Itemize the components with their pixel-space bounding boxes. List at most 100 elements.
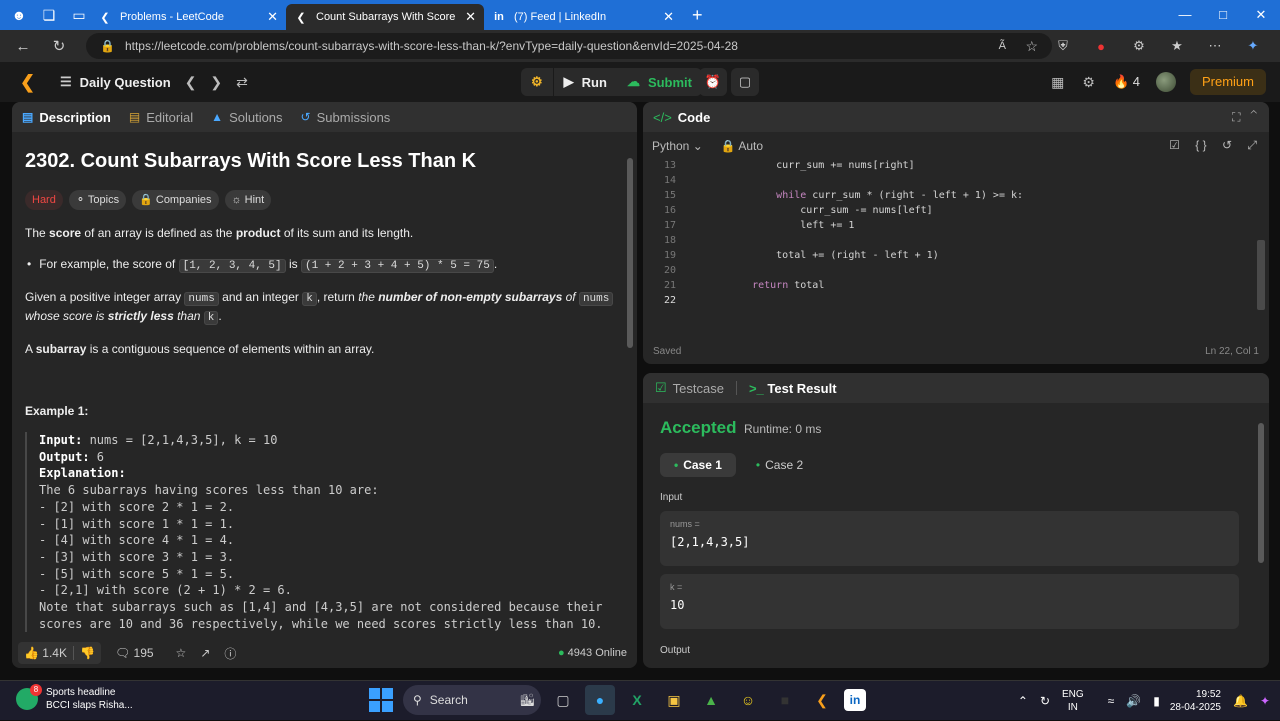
extension-red-icon[interactable]: ● [1082,39,1120,54]
tab-linkedin[interactable]: in (7) Feed | LinkedIn ✕ [484,4,682,30]
leetcode-logo-icon[interactable]: ❮ [20,72,40,92]
debug-button[interactable]: ⚙ [521,68,554,96]
battery-icon[interactable]: ▮ [1153,694,1160,708]
url-field[interactable]: 🔒 https://leetcode.com/problems/count-su… [86,33,1052,59]
description-tabs: ▤ Description ▤ Editorial ▲ Solutions ↺ Subm… [12,102,637,132]
file-explorer-icon[interactable]: ▣ [659,685,689,715]
submit-button[interactable]: ☁ Submit [617,68,702,96]
notification-bell-icon[interactable]: 🔔 [1233,694,1248,708]
scrollbar-thumb[interactable] [627,158,633,348]
close-icon[interactable]: ✕ [663,9,674,25]
share-icon[interactable]: ↗ [200,646,210,660]
input-language[interactable]: ENG IN [1062,688,1084,714]
run-button[interactable]: ▶ Run [554,68,617,96]
premium-button[interactable]: Premium [1189,69,1266,95]
test-scrollbar[interactable] [1257,413,1265,663]
close-window-icon[interactable]: ✕ [1242,0,1280,30]
next-problem-icon[interactable]: ❯ [210,74,222,91]
favorites-icon[interactable]: ★ [1158,38,1196,54]
star-icon[interactable]: ☆ [176,646,187,660]
case-1-tab[interactable]: • Case 1 [660,453,736,477]
edge-icon[interactable]: ● [585,685,615,715]
comment-icon[interactable]: 🗨 [115,646,130,660]
auto-mode[interactable]: 🔒 Auto [721,139,763,153]
collapse-icon[interactable]: ⌃ [1251,110,1257,124]
layout-icon[interactable]: ▦ [1051,74,1064,91]
tab-submissions[interactable]: ↺ Submissions [301,110,391,125]
timer-icon[interactable]: ⏰ [699,68,727,96]
language-select[interactable]: Python ⌄ [652,139,703,153]
code-editor[interactable]: 13 curr_sum += nums[right] 14 15 while c… [643,158,1243,308]
copilot-taskbar-icon[interactable]: ✦ [1260,694,1270,708]
code-scrollbar[interactable] [1257,240,1265,310]
linkedin-app-icon[interactable]: in [844,689,866,711]
streak-counter[interactable]: 🔥 4 [1113,74,1140,90]
minimize-icon[interactable]: — [1166,0,1204,30]
workspaces-icon[interactable]: ❏ [38,4,60,26]
close-icon[interactable]: ✕ [267,9,278,25]
help-icon[interactable]: ⓘ [224,645,236,662]
refresh-icon[interactable]: ↻ [46,37,72,55]
back-icon[interactable]: ← [10,38,36,55]
tab-testcase[interactable]: Testcase [673,381,724,396]
daily-question-button[interactable]: ☰ Daily Question [60,74,171,90]
volume-icon[interactable]: 🔊 [1126,694,1141,708]
news-widget[interactable]: 8 Sports headline BCCI slaps Risha... [16,684,133,712]
leetcode-app-icon[interactable]: ❮ [807,685,837,715]
topics-tag[interactable]: ⚬ Topics [68,190,127,210]
companies-tag[interactable]: 🔒 Companies [132,190,219,210]
reset-icon[interactable]: ↺ [1222,138,1232,152]
lock-icon: 🔒 [720,139,736,153]
more-icon[interactable]: ⋯ [1196,38,1234,54]
taskbar-search[interactable]: ⚲ Search 🏙 [403,685,541,715]
shuffle-icon[interactable]: ⇄ [236,74,248,91]
tab-problems[interactable]: ❮ Problems - LeetCode ✕ [90,4,286,30]
bluestacks-icon[interactable]: ▲ [696,685,726,715]
comment-count[interactable]: 195 [134,646,154,660]
copilot-icon[interactable]: ✦ [1234,38,1272,54]
fullscreen-icon[interactable]: ⤢ [1247,138,1257,152]
tab-solutions[interactable]: ▲ Solutions [211,110,282,125]
bookmark-icon[interactable]: ☑ [1169,138,1180,152]
clock[interactable]: 19:52 28-04-2025 [1170,688,1221,714]
favorite-star-icon[interactable]: ☆ [1025,38,1038,55]
windows-start-icon[interactable] [369,688,393,712]
excel-icon[interactable]: X [622,685,652,715]
scrollbar-thumb[interactable] [1258,423,1264,563]
hint-tag[interactable]: ☼ Hint [224,190,272,210]
extensions-icon[interactable]: ⚙ [1120,38,1158,54]
format-braces-icon[interactable]: { } [1195,138,1206,152]
profile-icon[interactable]: ☻ [8,4,30,26]
thumbs-up-icon[interactable]: 👍 [24,646,39,660]
chevron-up-icon[interactable]: ⌃ [1018,694,1028,708]
maximize-icon[interactable]: □ [1204,0,1242,30]
new-tab-icon[interactable]: + [692,5,703,26]
wifi-icon[interactable]: ≈ [1108,694,1115,708]
case-2-tab[interactable]: • Case 2 [742,453,817,477]
snapchat-icon[interactable]: ☺ [733,685,763,715]
settings-gear-icon[interactable]: ⚙ [1082,74,1095,91]
tab-actions-icon[interactable]: ▭ [68,4,90,26]
app-icon[interactable]: ■ [770,685,800,715]
close-icon[interactable]: ✕ [465,9,476,25]
task-view-icon[interactable]: ▢ [548,685,578,715]
example-bullet: • For example, the score of [1, 2, 3, 4,… [27,257,498,273]
prev-problem-icon[interactable]: ❮ [185,74,197,91]
code-line: 22 [663,295,676,306]
shield-icon[interactable]: ⛨ [1044,38,1082,54]
address-bar-row: ← ↻ 🔒 https://leetcode.com/problems/coun… [0,30,1280,62]
tab-test-result[interactable]: >_ Test Result [749,381,837,396]
tab-editorial[interactable]: ▤ Editorial [129,110,193,125]
notes-icon[interactable]: ▢ [731,68,759,96]
avatar[interactable] [1155,72,1176,92]
tab-description[interactable]: ▤ Description [22,110,111,125]
sync-icon[interactable]: ↻ [1040,694,1050,708]
problem-title[interactable]: 2302. Count Subarrays With Score Less Th… [25,150,615,173]
code-line: 13 curr_sum += nums[right] [663,160,915,171]
read-aloud-icon[interactable]: Ã [999,40,1006,52]
thumbs-down-icon[interactable]: 👎 [80,646,95,660]
maximize-icon[interactable]: ⛶ [1232,110,1240,124]
description-scrollbar[interactable] [626,150,634,630]
list-icon: ☰ [60,74,72,89]
tab-count-subarrays[interactable]: ❮ Count Subarrays With Score Less ✕ [286,4,484,30]
